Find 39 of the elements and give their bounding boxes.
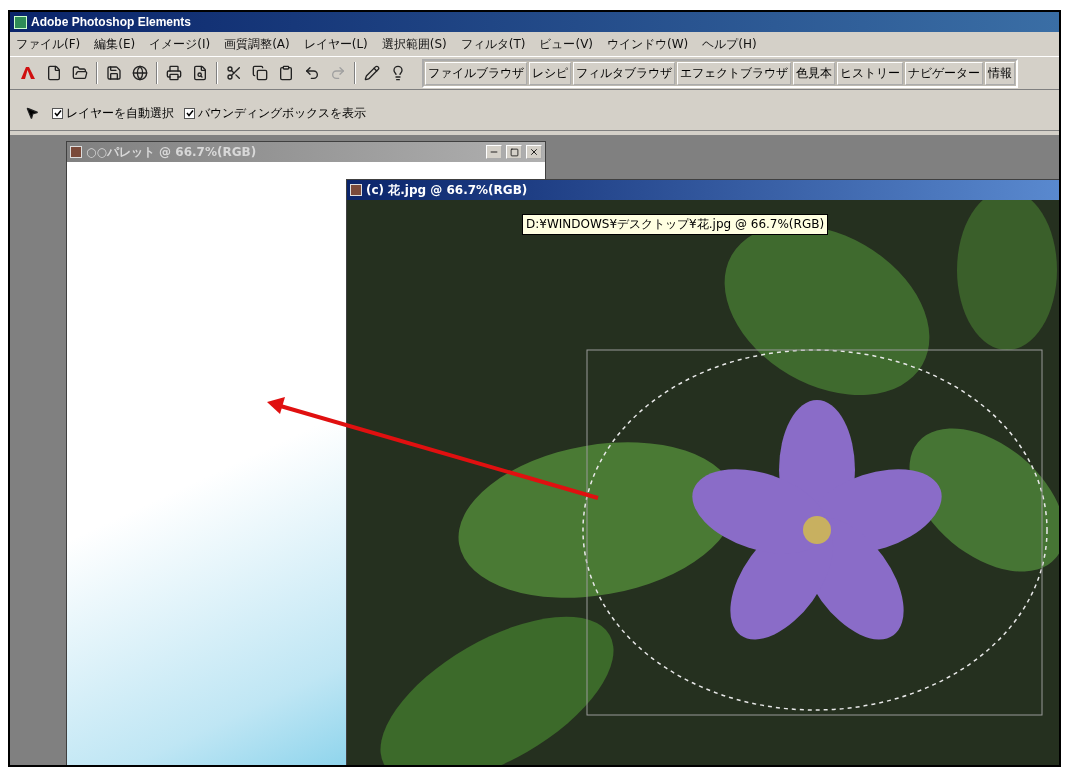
menu-item[interactable]: 画質調整(A) <box>224 35 290 53</box>
checkbox[interactable] <box>52 107 63 119</box>
document-title: ○○パレット @ 66.7%(RGB) <box>86 143 258 161</box>
menu-item[interactable]: フィルタ(T) <box>460 35 526 53</box>
checkbox[interactable] <box>184 107 195 119</box>
checkmark-icon <box>185 109 194 117</box>
maximize-icon <box>509 147 519 157</box>
palette-tab[interactable]: エフェクトブラウザ <box>677 61 791 85</box>
print-icon[interactable] <box>164 63 184 83</box>
close-button[interactable] <box>526 145 542 159</box>
palette-tab[interactable]: レシピ <box>529 61 571 85</box>
pencil-icon[interactable] <box>362 63 382 83</box>
globe-icon[interactable] <box>130 63 150 83</box>
app-title: Adobe Photoshop Elements <box>31 15 191 29</box>
menu-item[interactable]: ヘルプ(H) <box>702 35 757 53</box>
palette-tab[interactable]: 情報 <box>985 61 1015 85</box>
palette-tab[interactable]: ナビゲーター <box>905 61 983 85</box>
app-icon <box>14 15 27 29</box>
document-icon <box>70 146 82 158</box>
document-title: (c) 花.jpg @ 66.7%(RGB) <box>366 181 529 199</box>
menu-item[interactable]: 編集(E) <box>94 35 136 53</box>
close-icon <box>529 147 539 157</box>
copy-icon[interactable] <box>250 63 270 83</box>
menu-item[interactable]: イメージ(I) <box>149 35 211 53</box>
minimize-button[interactable] <box>486 145 502 159</box>
save-icon[interactable] <box>104 63 124 83</box>
maximize-button[interactable] <box>506 145 522 159</box>
palette-tab[interactable]: 色見本 <box>793 61 835 85</box>
palette-tab[interactable]: ヒストリー <box>837 61 903 85</box>
menu-item[interactable]: ビュー(V) <box>539 35 594 53</box>
document-icon <box>350 184 362 196</box>
checkmark-icon <box>53 109 62 117</box>
menu-item[interactable]: 選択範囲(S) <box>381 35 447 53</box>
file-path-tooltip: D:¥WINDOWS¥デスクトップ¥花.jpg @ 66.7%(RGB) <box>522 214 829 235</box>
menu-item[interactable]: ファイル(F) <box>16 35 81 53</box>
palette-tab[interactable]: フィルタブラウザ <box>573 61 675 85</box>
menu-item[interactable]: ウインドウ(W) <box>607 35 689 53</box>
menu-item[interactable]: レイヤー(L) <box>303 35 368 53</box>
palette-tab[interactable]: ファイルブラウザ <box>425 61 527 85</box>
